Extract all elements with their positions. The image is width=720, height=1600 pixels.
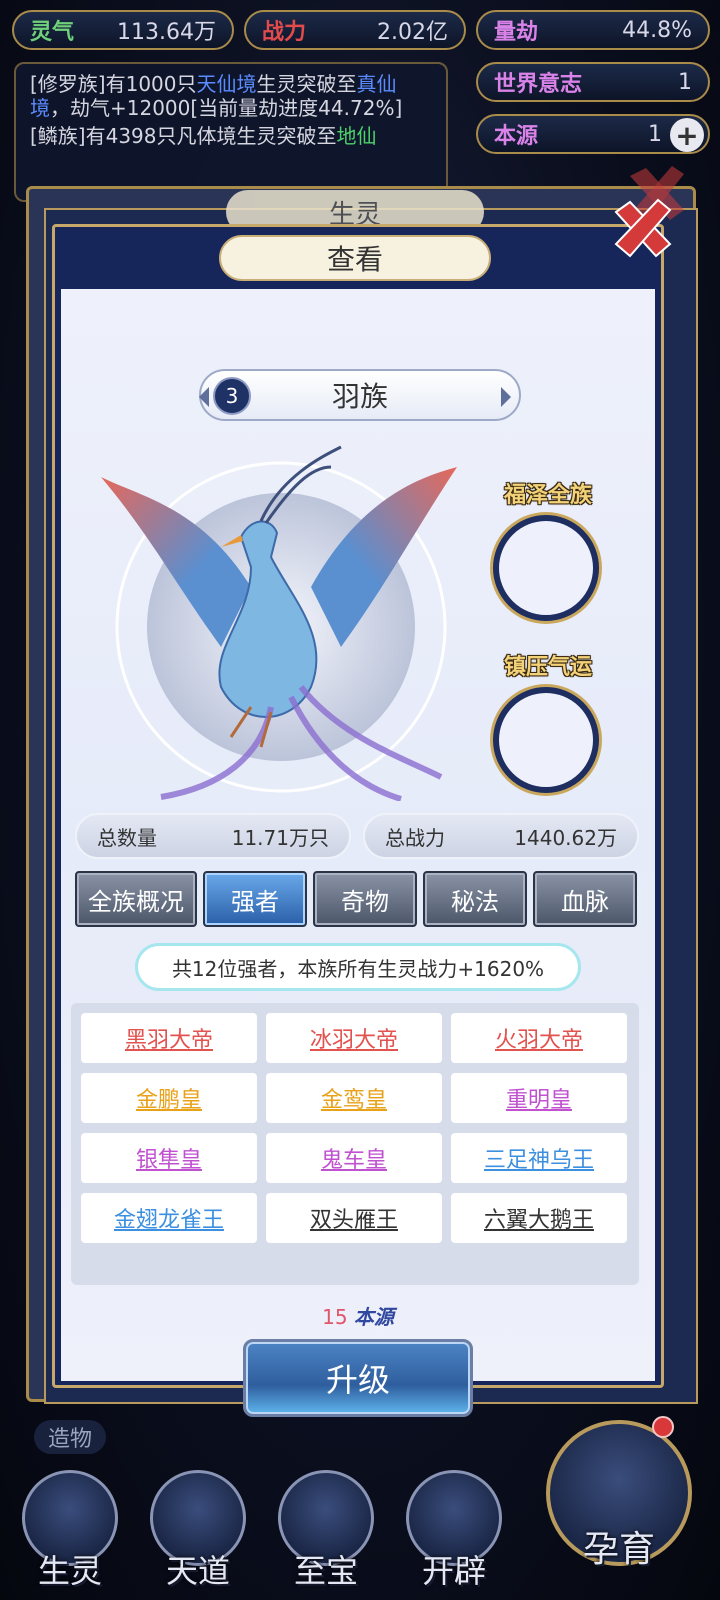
nav-label: 至宝 [293, 1552, 358, 1590]
nav-shengling[interactable]: 生灵 [8, 1470, 132, 1600]
stat-label: 战力 [262, 20, 307, 45]
dialog-title: 查看 [219, 235, 491, 281]
nav-yunyu[interactable]: 孕育 [536, 1404, 702, 1584]
event-log: [修罗族]有1000只天仙境生灵突破至真仙境，劫气+12000[当前量劫进度44… [14, 62, 448, 202]
fortune-slot[interactable] [493, 687, 599, 793]
total-power-label: 总战力 [385, 825, 445, 850]
nav-tiandao[interactable]: 天道 [136, 1470, 260, 1600]
tab-treasures[interactable]: 奇物 [313, 871, 417, 927]
race-selector[interactable]: 3 羽族 [199, 369, 521, 421]
log-entry: [修罗族]有1000只天仙境生灵突破至真仙境，劫气+12000[当前量劫进度44… [30, 72, 403, 120]
stat-benyuan: 本源 1 + [476, 114, 710, 154]
race-level-badge: 3 [213, 377, 251, 415]
strong-person-link[interactable]: 黑羽大帝 [81, 1013, 257, 1063]
stat-label: 本源 [494, 124, 539, 149]
slot-label: 福泽全族 [503, 483, 592, 508]
strong-person-link[interactable]: 银隼皇 [81, 1133, 257, 1183]
log-entry: [鳞族]有4398只凡体境生灵突破至地仙 [30, 124, 377, 148]
cost-currency: 本源 [353, 1305, 394, 1329]
nav-zhibao[interactable]: 至宝 [264, 1470, 388, 1600]
slot-label: 镇压气运 [503, 655, 592, 680]
view-dialog: 查看 3 羽族 福泽全族 镇压气运 总数量 11.71万只 总战力 1440.6… [52, 224, 664, 1417]
strong-person-link[interactable]: 六翼大鹅王 [451, 1193, 627, 1243]
add-benyuan-button[interactable]: + [670, 118, 704, 152]
total-count-label: 总数量 [97, 825, 157, 850]
nav-label: 生灵 [37, 1552, 102, 1590]
total-count-value: 11.71万只 [231, 825, 329, 850]
log-race: [修罗族] [30, 72, 106, 96]
strong-person-link[interactable]: 三足神乌王 [451, 1133, 627, 1183]
race-name: 羽族 [331, 380, 388, 413]
chevron-right-icon[interactable] [501, 387, 511, 407]
tab-secret-arts[interactable]: 秘法 [423, 871, 527, 927]
strong-summary: 共12位强者，本族所有生灵战力+1620% [135, 943, 581, 991]
stat-value: 113.64万 [117, 20, 216, 45]
stat-value: 1 [678, 69, 692, 95]
nav-label: 天道 [165, 1552, 230, 1590]
upgrade-cost: 15 本源 [61, 1301, 655, 1330]
notification-dot [652, 1416, 674, 1438]
upgrade-button[interactable]: 升级 [243, 1339, 473, 1417]
total-count: 总数量 11.71万只 [75, 813, 351, 859]
strong-person-link[interactable]: 重明皇 [451, 1073, 627, 1123]
chevron-left-icon[interactable] [199, 387, 209, 407]
stat-value: 44.8% [622, 17, 692, 43]
nav-label: 孕育 [582, 1529, 655, 1570]
log-race: [鳞族] [30, 124, 86, 148]
close-icon[interactable] [610, 196, 676, 262]
strong-person-link[interactable]: 火羽大帝 [451, 1013, 627, 1063]
stat-value: 1 [648, 121, 662, 147]
strong-person-link[interactable]: 金翅龙雀王 [81, 1193, 257, 1243]
stat-label: 世界意志 [494, 72, 583, 97]
tab-bloodline[interactable]: 血脉 [533, 871, 637, 927]
dialog-body: 3 羽族 福泽全族 镇压气运 总数量 11.71万只 总战力 1440.62万 … [61, 289, 655, 1417]
phoenix-illustration [101, 445, 457, 801]
stat-label: 灵气 [30, 20, 75, 45]
strong-person-link[interactable]: 鬼车皇 [266, 1133, 442, 1183]
stat-label: 量劫 [494, 20, 539, 45]
side-label-zaowu[interactable]: 造物 [34, 1420, 106, 1454]
stat-zhanli: 战力 2.02亿 [244, 10, 466, 50]
strong-list: 黑羽大帝 冰羽大帝 火羽大帝金鹏皇 金鸾皇 重明皇银隼皇 鬼车皇 三足神乌王金翅龙雀王 双头雁… [71, 1003, 639, 1285]
strong-person-link[interactable]: 双头雁王 [266, 1193, 442, 1243]
total-power: 总战力 1440.62万 [363, 813, 639, 859]
cost-amount: 15 [322, 1305, 348, 1329]
tab-strong[interactable]: 强者 [203, 871, 307, 927]
strong-person-link[interactable]: 冰羽大帝 [266, 1013, 442, 1063]
stat-world-will: 世界意志 1 [476, 62, 710, 102]
stat-liangjie: 量劫 44.8% [476, 10, 710, 50]
strong-person-link[interactable]: 金鹏皇 [81, 1073, 257, 1123]
total-power-value: 1440.62万 [514, 825, 617, 850]
nav-kaipi[interactable]: 开辟 [392, 1470, 516, 1600]
stat-value: 2.02亿 [377, 20, 448, 45]
tab-overview[interactable]: 全族概况 [75, 871, 197, 927]
strong-person-link[interactable]: 金鸾皇 [266, 1073, 442, 1123]
nav-label: 开辟 [421, 1552, 486, 1590]
stat-lingqi: 灵气 113.64万 [12, 10, 234, 50]
blessing-slot[interactable] [493, 515, 599, 621]
